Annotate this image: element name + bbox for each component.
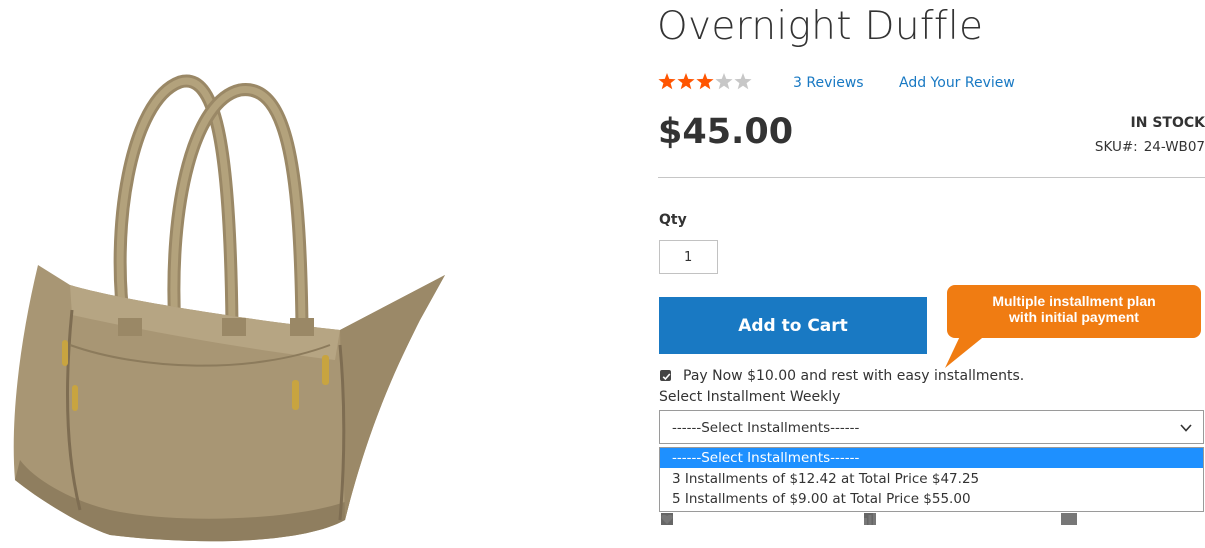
installment-select[interactable]: ------Select Installments------ [659,410,1204,444]
installment-select-value: ------Select Installments------ [672,420,860,436]
add-to-cart-button[interactable]: Add to Cart [659,297,927,354]
divider [658,177,1205,178]
qty-input[interactable] [659,240,718,274]
installment-options-list: ------Select Installments------ 3 Instal… [659,447,1204,512]
star-filled-icon [658,73,676,90]
pay-now-label: Pay Now $10.00 and rest with easy instal… [683,368,1025,384]
star-empty-icon [715,73,733,90]
add-review-link[interactable]: Add Your Review [899,75,1015,91]
pay-now-checkbox[interactable] [660,370,671,381]
callout-line-1: Multiple installment plan [992,293,1156,309]
sku: SKU#: 24-WB07 [1095,139,1205,155]
installment-callout: Multiple installment plan with initial p… [947,285,1201,338]
product-title: Overnight Duffle [657,4,984,49]
callout-tail [945,334,987,368]
rating-stars [658,73,752,90]
installment-option[interactable]: 5 Installments of $9.00 at Total Price $… [660,489,1203,509]
callout-line-2: with initial payment [1009,309,1139,325]
star-empty-icon [734,73,752,90]
sku-label: SKU#: [1094,139,1138,155]
qty-label: Qty [659,212,687,228]
product-price: $45.00 [658,112,794,152]
chevron-down-icon [1180,424,1192,432]
product-image [13,74,445,542]
envelope-icon[interactable] [1061,513,1077,525]
installment-option[interactable]: 3 Installments of $12.42 at Total Price … [660,469,1203,489]
bar-chart-icon[interactable] [864,513,876,525]
sku-value: 24-WB07 [1143,139,1205,155]
stock-status: IN STOCK [1130,115,1205,131]
star-filled-icon [696,73,714,90]
installment-option[interactable]: ------Select Installments------ [660,448,1203,468]
checkmark-icon [662,373,671,381]
installment-select-label: Select Installment Weekly [659,389,841,405]
callout-text: Multiple installment plan with initial p… [947,293,1201,325]
reviews-link[interactable]: 3 Reviews [793,75,864,91]
star-filled-icon [677,73,695,90]
heart-icon[interactable] [661,513,673,525]
